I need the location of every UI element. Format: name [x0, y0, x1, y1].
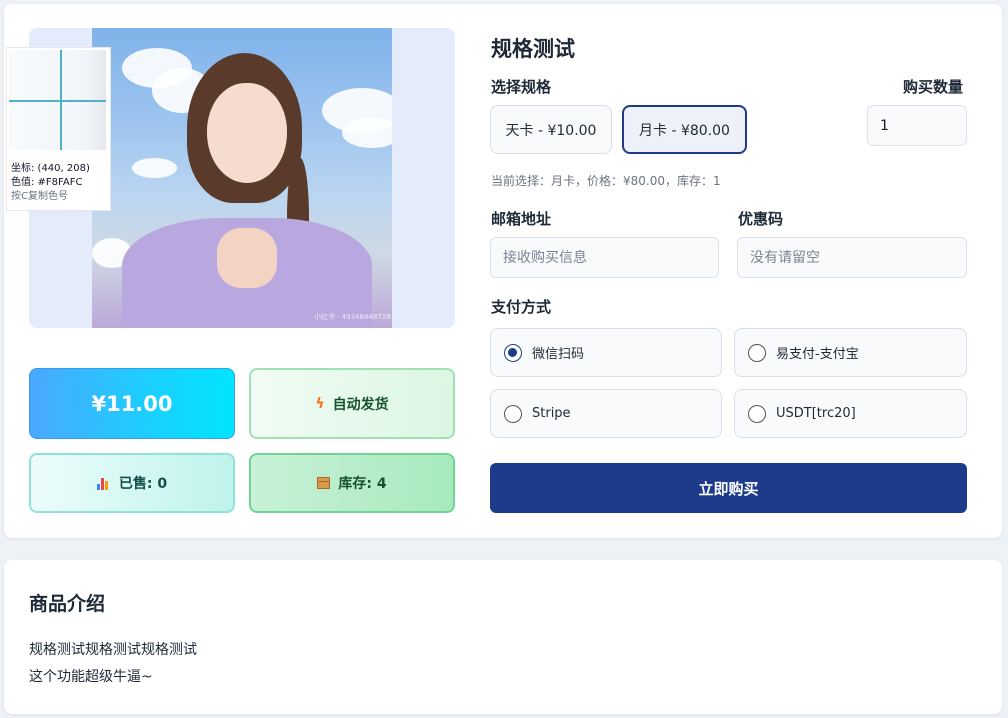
- price-value: ¥11.00: [91, 391, 173, 416]
- payment-option-label: USDT[trc20]: [776, 406, 856, 421]
- stock-label: 库存: 4: [338, 476, 387, 492]
- description-line: 这个功能超级牛逼~: [29, 669, 153, 685]
- spec-label: 选择规格: [491, 78, 552, 96]
- payment-option-label: 微信扫码: [532, 347, 585, 362]
- radio-unchecked-icon[interactable]: [504, 404, 522, 423]
- color-picker-value: 色值: #F8FAFC: [11, 177, 83, 188]
- payment-option-alipay[interactable]: 易支付-支付宝: [734, 328, 967, 377]
- crosshair-horizontal: [9, 100, 106, 102]
- bar-chart-icon: [96, 477, 111, 490]
- color-picker-overlay: 坐标: (440, 208) 色值: #F8FAFC 按C复制色号: [6, 47, 111, 211]
- radio-unchecked-icon[interactable]: [748, 343, 766, 362]
- auto-delivery-badge: ϟ 自动发货: [249, 368, 455, 439]
- color-picker-coords: 坐标: (440, 208): [11, 163, 90, 174]
- description-title: 商品介绍: [29, 593, 106, 615]
- coupon-label: 优惠码: [738, 210, 784, 228]
- payment-option-usdt[interactable]: USDT[trc20]: [734, 389, 967, 438]
- color-picker-magnifier: [9, 50, 106, 150]
- product-title: 规格测试: [491, 37, 575, 61]
- quantity-input[interactable]: [867, 105, 967, 146]
- description-line: 规格测试规格测试规格测试: [29, 642, 197, 658]
- sold-count-label: 已售: 0: [118, 476, 168, 492]
- quantity-label: 购买数量: [903, 78, 964, 96]
- photo-watermark: 小红书 · 49348448728: [314, 313, 391, 321]
- stock-badge: 库存: 4: [249, 453, 455, 513]
- auto-delivery-label: 自动发货: [332, 396, 389, 413]
- spec-option-label: 月卡 - ¥80.00: [639, 122, 730, 139]
- spec-option-month[interactable]: 月卡 - ¥80.00: [622, 105, 747, 154]
- description-card: [4, 560, 1002, 714]
- product-image[interactable]: 小红书 · 49348448728: [92, 28, 392, 328]
- email-label: 邮箱地址: [491, 210, 552, 228]
- payment-option-stripe[interactable]: Stripe: [490, 389, 722, 438]
- email-input[interactable]: [490, 237, 719, 278]
- sold-count-badge: 已售: 0: [29, 453, 235, 513]
- price-badge: ¥11.00: [29, 368, 235, 439]
- payment-option-label: Stripe: [532, 406, 571, 421]
- color-picker-hint: 按C复制色号: [11, 191, 68, 202]
- package-icon: [317, 477, 331, 489]
- radio-checked-icon[interactable]: [504, 343, 522, 362]
- lightning-icon: ϟ: [315, 395, 325, 412]
- current-selection-text: 当前选择：月卡，价格：¥80.00，库存：1: [491, 174, 721, 188]
- spec-option-label: 天卡 - ¥10.00: [505, 122, 597, 139]
- payment-option-label: 易支付-支付宝: [776, 347, 859, 362]
- coupon-input[interactable]: [737, 237, 967, 278]
- buy-now-button[interactable]: 立即购买: [490, 463, 967, 513]
- payment-option-wechat[interactable]: 微信扫码: [490, 328, 722, 377]
- payment-label: 支付方式: [491, 298, 552, 316]
- radio-unchecked-icon[interactable]: [748, 404, 766, 423]
- spec-option-day[interactable]: 天卡 - ¥10.00: [490, 105, 612, 154]
